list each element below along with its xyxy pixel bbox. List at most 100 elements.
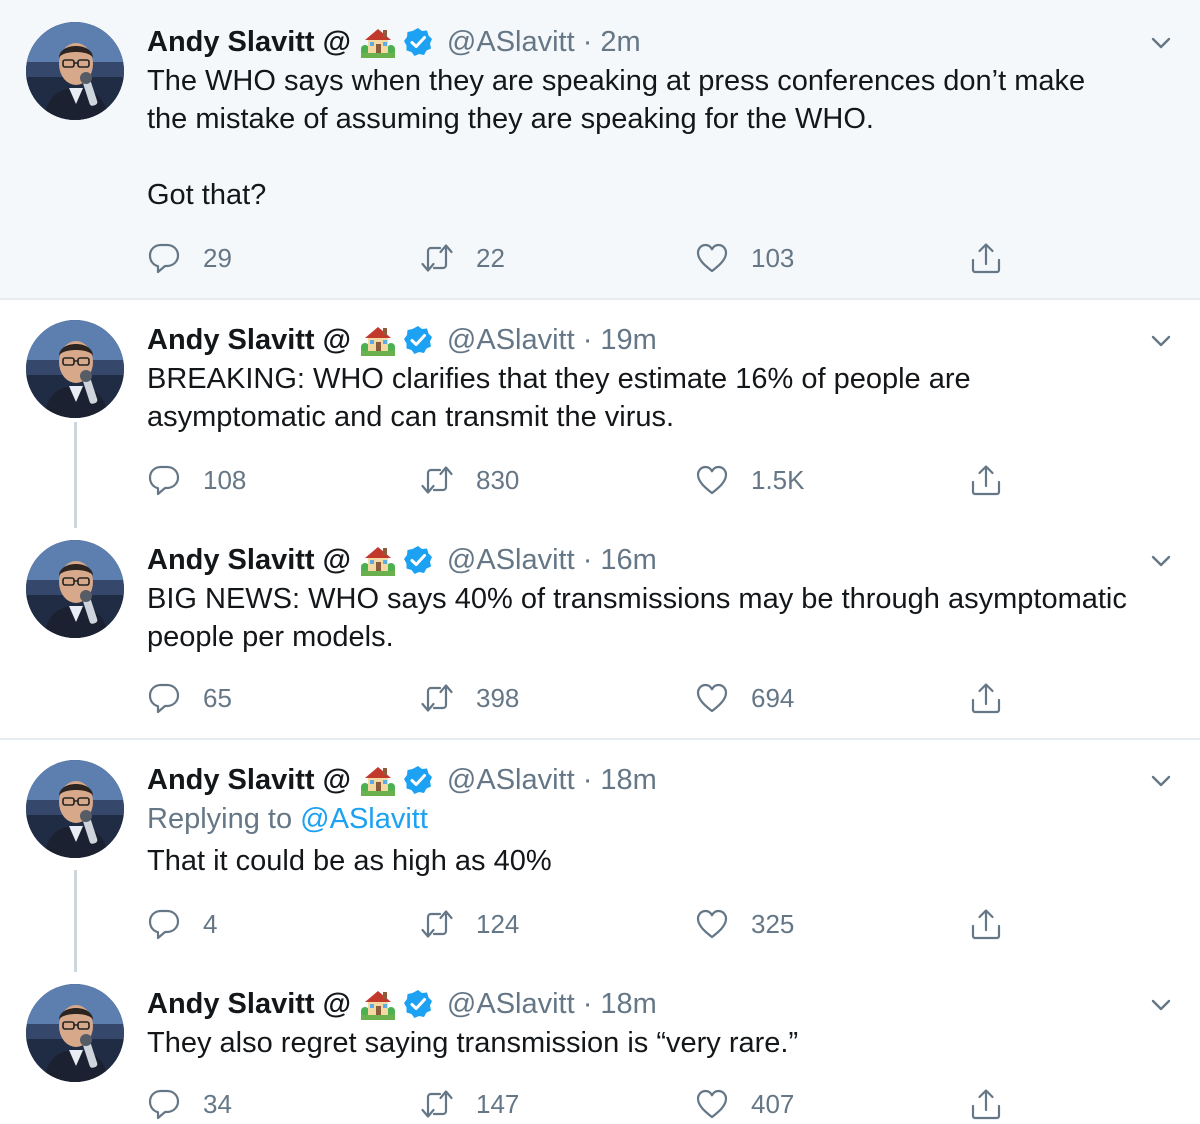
tweet-text: BREAKING: WHO clarifies that they estima…	[147, 360, 1180, 436]
tweet-text-line: asymptomatic and can transmit the virus.	[147, 401, 675, 433]
tweet-header: Andy Slavitt @ @ASlavitt · 2m	[147, 22, 1180, 62]
tweet[interactable]: Andy Slavitt @ @ASlavitt · 2m The WHO sa…	[0, 0, 1200, 298]
reply-icon	[147, 241, 181, 275]
tweet[interactable]: Andy Slavitt @ @ASlavitt · 16m BIG NEWS:…	[0, 520, 1200, 738]
tweet-text-line: The WHO says when they are speaking at p…	[147, 65, 1086, 97]
house-with-garden-emoji	[361, 26, 395, 58]
reply-icon	[147, 1087, 181, 1121]
share-button[interactable]	[969, 460, 1003, 500]
tweet-text: BIG NEWS: WHO says 40% of transmissions …	[147, 580, 1180, 656]
verified-badge-icon	[403, 325, 433, 355]
avatar[interactable]	[26, 22, 124, 120]
like-button[interactable]: 407	[695, 1084, 794, 1124]
reply-count: 34	[203, 1088, 232, 1119]
retweet-button[interactable]: 22	[420, 238, 505, 278]
avatar[interactable]	[26, 760, 124, 858]
house-with-garden-emoji	[361, 988, 395, 1020]
share-button[interactable]	[969, 238, 1003, 278]
tweet-actions: 34 147 407	[147, 1084, 1047, 1124]
heart-icon	[695, 463, 729, 497]
reply-count: 108	[203, 464, 247, 495]
retweet-icon	[420, 463, 454, 497]
retweet-count: 147	[476, 1088, 520, 1119]
like-count: 103	[751, 242, 795, 273]
separator-dot: ·	[582, 543, 593, 576]
tweet-text-line: the mistake of assuming they are speakin…	[147, 103, 874, 135]
house-with-garden-emoji	[361, 544, 395, 576]
reply-button[interactable]: 4	[147, 904, 217, 944]
author-name[interactable]: Andy Slavitt @	[147, 544, 351, 577]
reply-icon	[147, 463, 181, 497]
author-name[interactable]: Andy Slavitt @	[147, 324, 351, 357]
reply-icon	[147, 907, 181, 941]
chevron-down-icon[interactable]	[1148, 992, 1174, 1018]
heart-icon	[695, 241, 729, 275]
like-button[interactable]: 325	[695, 904, 794, 944]
tweet[interactable]: Andy Slavitt @ @ASlavitt · 18m They also…	[0, 964, 1200, 1124]
separator-dot: ·	[582, 763, 593, 796]
like-count: 694	[751, 682, 795, 713]
reply-button[interactable]: 65	[147, 678, 232, 718]
retweet-count: 22	[476, 242, 505, 273]
timestamp[interactable]: 18m	[600, 988, 656, 1021]
verified-badge-icon	[403, 765, 433, 795]
author-handle[interactable]: @ASlavitt	[447, 324, 575, 357]
tweet-actions: 29 22 103	[147, 238, 1047, 278]
retweet-button[interactable]: 830	[420, 460, 519, 500]
tweet-text-line: BIG NEWS: WHO says 40% of transmissions …	[147, 583, 1127, 615]
chevron-down-icon[interactable]	[1148, 30, 1174, 56]
like-count: 407	[751, 1088, 795, 1119]
author-name[interactable]: Andy Slavitt @	[147, 764, 351, 797]
avatar[interactable]	[26, 984, 124, 1082]
tweet[interactable]: Andy Slavitt @ @ASlavitt · 18m Replying …	[0, 740, 1200, 972]
retweet-icon	[420, 1087, 454, 1121]
share-icon	[969, 463, 1003, 497]
like-button[interactable]: 1.5K	[695, 460, 805, 500]
chevron-down-icon[interactable]	[1148, 328, 1174, 354]
share-icon	[969, 681, 1003, 715]
reply-button[interactable]: 29	[147, 238, 232, 278]
reply-count: 4	[203, 908, 218, 939]
timestamp[interactable]: 19m	[600, 324, 656, 357]
replying-to-mention[interactable]: @ASlavitt	[300, 803, 428, 835]
tweet-header: Andy Slavitt @ @ASlavitt · 16m	[147, 540, 1180, 580]
thread-line	[74, 870, 77, 972]
heart-icon	[695, 681, 729, 715]
chevron-down-icon[interactable]	[1148, 548, 1174, 574]
tweet-header: Andy Slavitt @ @ASlavitt · 19m	[147, 320, 1180, 360]
tweet-text: The WHO says when they are speaking at p…	[147, 62, 1180, 214]
retweet-button[interactable]: 147	[420, 1084, 519, 1124]
tweet-actions: 4 124 325	[147, 904, 1047, 944]
chevron-down-icon[interactable]	[1148, 768, 1174, 794]
author-handle[interactable]: @ASlavitt	[447, 988, 575, 1021]
like-count: 1.5K	[751, 464, 805, 495]
avatar[interactable]	[26, 320, 124, 418]
heart-icon	[695, 907, 729, 941]
timestamp[interactable]: 16m	[600, 544, 656, 577]
tweet[interactable]: Andy Slavitt @ @ASlavitt · 19m BREAKING:…	[0, 300, 1200, 528]
share-icon	[969, 1087, 1003, 1121]
like-button[interactable]: 694	[695, 678, 794, 718]
tweet-text-line: people per models.	[147, 621, 394, 653]
share-button[interactable]	[969, 904, 1003, 944]
tweet-actions: 65 398 694	[147, 678, 1047, 718]
author-handle[interactable]: @ASlavitt	[447, 26, 575, 59]
author-name[interactable]: Andy Slavitt @	[147, 988, 351, 1021]
avatar[interactable]	[26, 540, 124, 638]
timestamp[interactable]: 18m	[600, 764, 656, 797]
author-handle[interactable]: @ASlavitt	[447, 544, 575, 577]
reply-button[interactable]: 108	[147, 460, 246, 500]
verified-badge-icon	[403, 27, 433, 57]
timestamp[interactable]: 2m	[600, 26, 640, 59]
retweet-button[interactable]: 124	[420, 904, 519, 944]
share-button[interactable]	[969, 678, 1003, 718]
retweet-icon	[420, 907, 454, 941]
retweet-button[interactable]: 398	[420, 678, 519, 718]
author-name[interactable]: Andy Slavitt @	[147, 26, 351, 59]
share-button[interactable]	[969, 1084, 1003, 1124]
share-icon	[969, 241, 1003, 275]
author-handle[interactable]: @ASlavitt	[447, 764, 575, 797]
like-button[interactable]: 103	[695, 238, 794, 278]
tweet-header: Andy Slavitt @ @ASlavitt · 18m	[147, 984, 1180, 1024]
reply-button[interactable]: 34	[147, 1084, 232, 1124]
